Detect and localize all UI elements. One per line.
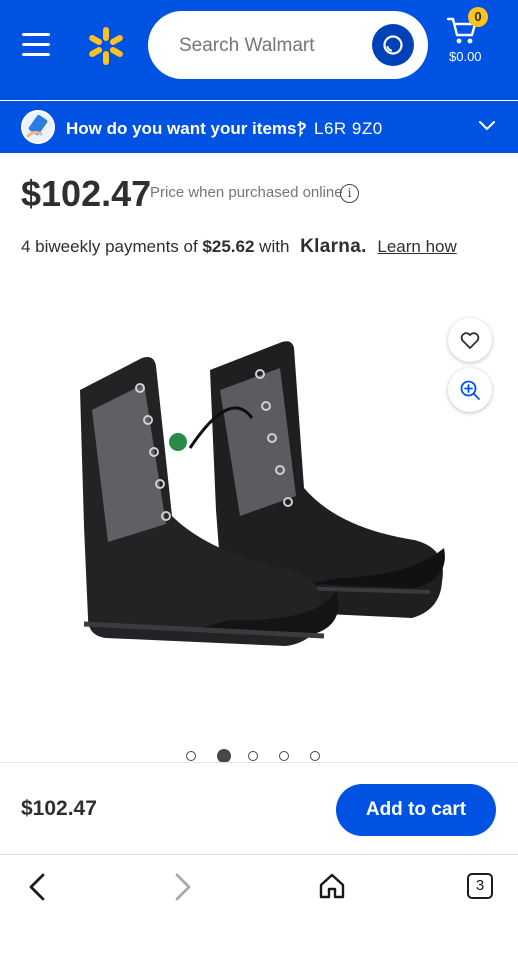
search-placeholder: Search Walmart	[179, 35, 315, 56]
walmart-spark-logo[interactable]	[85, 25, 127, 67]
search-icon	[383, 35, 403, 55]
delivery-hand-icon	[21, 110, 55, 144]
delivery-postal-code: L6R 9Z0	[314, 119, 383, 138]
carousel-dot[interactable]	[279, 751, 289, 761]
carousel-dot[interactable]	[310, 751, 320, 761]
delivery-question: How do you want your items?	[66, 119, 307, 138]
price-note: Price when purchased online	[150, 184, 343, 201]
delivery-selector[interactable]: How do you want your items? | L6R 9Z0	[0, 101, 518, 153]
hamburger-menu-icon[interactable]	[22, 33, 52, 57]
heart-icon	[460, 332, 480, 349]
back-arrow-icon[interactable]	[26, 872, 48, 902]
installment-with: with	[259, 237, 290, 256]
forward-arrow-icon[interactable]	[172, 872, 194, 902]
add-to-cart-button[interactable]: Add to cart	[336, 784, 496, 836]
browser-toolbar: 3	[0, 855, 518, 960]
product-price: $102.47	[21, 173, 152, 214]
tabs-count-button[interactable]: 3	[467, 873, 493, 899]
cart-total: $0.00	[449, 49, 482, 64]
carousel-dot[interactable]	[217, 749, 231, 763]
learn-how-link[interactable]: Learn how	[377, 237, 456, 256]
delivery-separator: |	[298, 118, 303, 137]
installment-info: 4 biweekly payments of $25.62 with Klarn…	[21, 236, 457, 258]
installment-prefix: 4 biweekly payments of	[21, 237, 198, 256]
carousel-dot[interactable]	[248, 751, 258, 761]
carousel-indicator	[186, 749, 336, 763]
product-image-work-boots[interactable]	[70, 330, 450, 670]
installment-amount: $25.62	[202, 237, 255, 256]
carousel-dot[interactable]	[186, 751, 196, 761]
home-icon[interactable]	[318, 872, 346, 900]
chevron-down-icon	[479, 121, 495, 131]
search-input[interactable]: Search Walmart	[148, 11, 428, 79]
app-header: Search Walmart 0 $0.00	[0, 0, 518, 100]
klarna-logo: Klarna.	[300, 236, 367, 257]
info-icon[interactable]: i	[340, 184, 359, 203]
divider	[0, 762, 518, 763]
favorite-button[interactable]	[448, 318, 492, 362]
zoom-button[interactable]	[448, 368, 492, 412]
footer-price: $102.47	[21, 797, 97, 820]
search-button[interactable]	[372, 24, 414, 66]
cart-count-badge: 0	[468, 7, 488, 27]
zoom-in-icon	[460, 380, 480, 400]
